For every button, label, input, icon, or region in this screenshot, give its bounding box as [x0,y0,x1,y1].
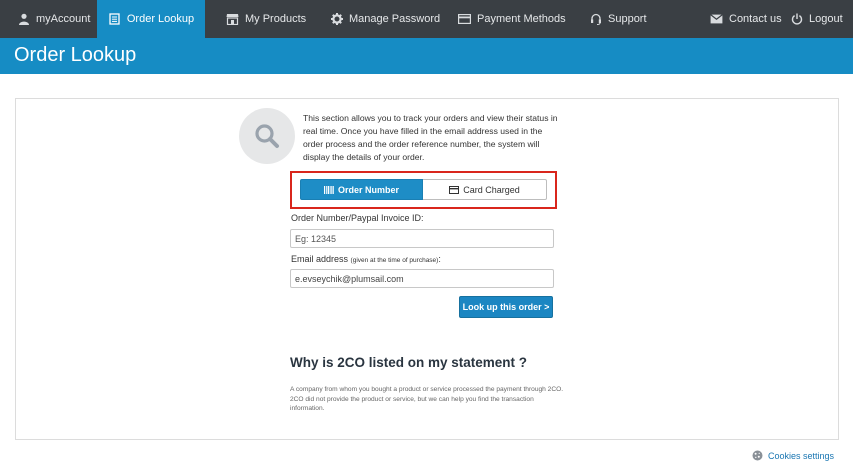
why-2co-heading: Why is 2CO listed on my statement ? [290,355,528,370]
nav-item-payment-methods[interactable]: Payment Methods [458,0,566,38]
cookies-settings-label: Cookies settings [768,450,835,461]
cookies-settings-link[interactable]: Cookies settings [752,450,834,461]
nav-item-order-lookup[interactable]: Order Lookup [97,0,205,38]
barcode-icon [323,185,334,194]
cookie-icon [752,450,763,461]
tab-label: Card Charged [463,184,520,195]
email-input[interactable] [290,269,554,288]
power-icon [790,13,803,26]
tab-order-number[interactable]: Order Number [300,179,423,200]
order-number-input[interactable] [290,229,554,248]
tab-card-charged[interactable]: Card Charged [423,179,547,200]
store-icon [226,13,239,26]
why-2co-text: A company from whom you bought a product… [290,386,564,412]
headset-icon [589,13,602,26]
nav-item-label: Order Lookup [126,13,195,25]
credit-card-icon [458,13,471,26]
email-label-colon: : [438,254,441,264]
nav-item-myaccount[interactable]: myAccount [17,0,90,38]
nav-item-my-products[interactable]: My Products [226,0,306,38]
nav-item-label: Support [608,13,647,25]
tab-label: Order Number [337,184,399,195]
nav-item-label: myAccount [36,13,91,25]
email-label: Email address (given at the time of purc… [291,254,441,264]
nav-item-contact-us[interactable]: Contact us [710,0,782,38]
look-up-order-button[interactable]: Look up this order > [459,296,553,318]
gear-icon [330,13,343,26]
search-icon [239,108,295,164]
nav-item-logout[interactable]: Logout [790,0,843,38]
nav-item-label: Contact us [729,13,782,25]
nav-item-label: Logout [809,13,843,25]
document-icon [108,13,121,26]
user-icon [17,13,30,26]
top-navigation: myAccount Order Lookup My Products Manag… [0,0,853,38]
envelope-icon [710,13,723,26]
page-title: Order Lookup [14,44,137,66]
email-label-text: Email address [291,254,349,264]
nav-item-support[interactable]: Support [589,0,647,38]
nav-item-manage-password[interactable]: Manage Password [330,0,440,38]
credit-card-icon [449,185,460,194]
order-number-label: Order Number/Paypal Invoice ID: [291,213,424,223]
intro-text: This section allows you to track your or… [303,113,558,162]
nav-item-label: Manage Password [349,13,441,25]
email-label-hint: (given at the time of purchase) [350,257,439,264]
nav-item-label: My Products [245,13,307,25]
nav-item-label: Payment Methods [477,13,566,25]
